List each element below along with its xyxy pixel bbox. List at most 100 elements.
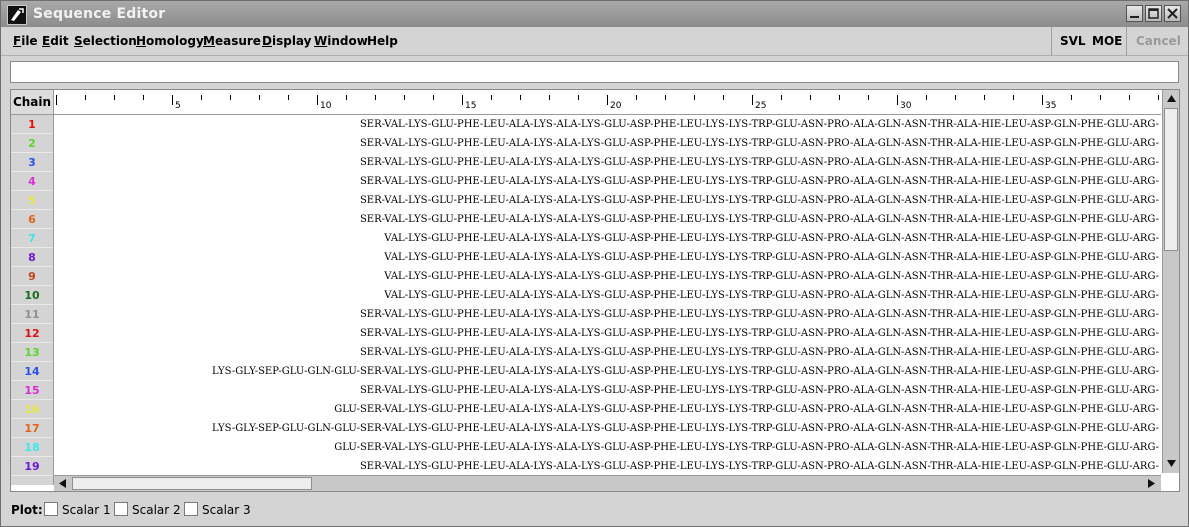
sequence-row[interactable]: SER-VAL-LYS-GLU-PHE-LEU-ALA-LYS-ALA-LYS-… <box>54 381 1161 400</box>
chain-row-label[interactable]: 2 <box>11 134 53 153</box>
scroll-right-button[interactable] <box>1144 476 1159 491</box>
ruler-tick <box>984 95 985 100</box>
minimize-button[interactable] <box>1126 5 1143 22</box>
app-logo-icon[interactable] <box>7 5 27 25</box>
ruler-tick <box>230 95 231 100</box>
ruler-tick <box>578 95 579 100</box>
sequence-row[interactable]: GLU-SER-VAL-LYS-GLU-PHE-LEU-ALA-LYS-ALA-… <box>54 400 1161 419</box>
menu-window-mnemonic: W <box>314 34 328 48</box>
menu-display-mnemonic: D <box>262 34 272 48</box>
chain-row-label[interactable]: 14 <box>11 362 53 381</box>
ruler-tick <box>839 95 840 100</box>
chain-row-label[interactable]: 13 <box>11 343 53 362</box>
scroll-down-button[interactable] <box>1164 456 1179 471</box>
ruler-label: 35 <box>1045 101 1057 111</box>
maximize-button[interactable] <box>1145 5 1162 22</box>
chain-row-label[interactable]: 15 <box>11 381 53 400</box>
title-bar[interactable]: Sequence Editor <box>1 1 1188 27</box>
chain-row-label[interactable]: 16 <box>11 400 53 419</box>
ruler-tick <box>1013 95 1014 100</box>
menu-homology-label: omology <box>146 34 204 48</box>
menu-measure[interactable]: Measure <box>203 34 261 48</box>
sequence-row[interactable]: SER-VAL-LYS-GLU-PHE-LEU-ALA-LYS-ALA-LYS-… <box>54 305 1161 324</box>
chain-row-label[interactable]: 7 <box>11 229 53 248</box>
chain-row-label[interactable]: 18 <box>11 438 53 457</box>
sequence-row[interactable]: SER-VAL-LYS-GLU-PHE-LEU-ALA-LYS-ALA-LYS-… <box>54 172 1161 191</box>
menu-edit-mnemonic: E <box>42 34 51 48</box>
menu-edit-label: dit <box>50 34 69 48</box>
ruler-tick <box>56 95 57 105</box>
chain-list: 1 2 3 4 5 6 7 8 9 10 11 12 13 14 15 16 17 18 19 <box>11 115 54 485</box>
scalar-2-label[interactable]: Scalar 2 <box>132 503 181 517</box>
chain-row-label[interactable]: 3 <box>11 153 53 172</box>
close-button[interactable] <box>1164 5 1181 22</box>
scalar-3-checkbox[interactable] <box>184 502 198 516</box>
menu-measure-mnemonic: M <box>203 34 215 48</box>
sequence-row[interactable]: SER-VAL-LYS-GLU-PHE-LEU-ALA-LYS-ALA-LYS-… <box>54 153 1161 172</box>
scroll-left-button[interactable] <box>55 476 70 491</box>
chain-row-label[interactable]: 19 <box>11 457 53 476</box>
sequence-row[interactable]: VAL-LYS-GLU-PHE-LEU-ALA-LYS-ALA-LYS-GLU-… <box>54 267 1161 286</box>
cancel-button[interactable]: Cancel <box>1136 34 1181 48</box>
sequence-row[interactable]: SER-VAL-LYS-GLU-PHE-LEU-ALA-LYS-ALA-LYS-… <box>54 134 1161 153</box>
chain-row-label[interactable]: 8 <box>11 248 53 267</box>
scalar-2-checkbox[interactable] <box>114 502 128 516</box>
ruler-tick <box>926 95 927 100</box>
plot-label: Plot: <box>11 503 43 517</box>
menu-homology[interactable]: Homology <box>136 34 204 48</box>
vertical-scrollbar[interactable] <box>1162 90 1179 473</box>
menu-selection[interactable]: Selection <box>74 34 137 48</box>
ruler-tick <box>781 95 782 100</box>
chain-row-label[interactable]: 10 <box>11 286 53 305</box>
sequence-row[interactable]: SER-VAL-LYS-GLU-PHE-LEU-ALA-LYS-ALA-LYS-… <box>54 115 1161 134</box>
horizontal-scrollbar[interactable] <box>54 475 1161 491</box>
sequence-row[interactable]: VAL-LYS-GLU-PHE-LEU-ALA-LYS-ALA-LYS-GLU-… <box>54 286 1161 305</box>
menu-measure-label: easure <box>214 34 261 48</box>
horizontal-scroll-thumb[interactable] <box>72 477 312 490</box>
sequence-row[interactable]: SER-VAL-LYS-GLU-PHE-LEU-ALA-LYS-ALA-LYS-… <box>54 191 1161 210</box>
scroll-up-button[interactable] <box>1164 91 1179 106</box>
menu-selection-mnemonic: S <box>74 34 83 48</box>
menu-window-label: indow <box>327 34 368 48</box>
close-icon <box>1167 8 1178 19</box>
sequence-row[interactable]: GLU-SER-VAL-LYS-GLU-PHE-LEU-ALA-LYS-ALA-… <box>54 438 1161 457</box>
ruler-tick <box>520 95 521 100</box>
ruler-tick <box>491 95 492 100</box>
sequence-row[interactable]: SER-VAL-LYS-GLU-PHE-LEU-ALA-LYS-ALA-LYS-… <box>54 457 1161 476</box>
moe-button[interactable]: MOE <box>1092 34 1122 48</box>
svl-button[interactable]: SVL <box>1060 34 1086 48</box>
vertical-scroll-thumb[interactable] <box>1164 108 1178 251</box>
sequence-row[interactable]: SER-VAL-LYS-GLU-PHE-LEU-ALA-LYS-ALA-LYS-… <box>54 324 1161 343</box>
ruler-label: 20 <box>610 101 622 111</box>
scalar-1-label[interactable]: Scalar 1 <box>62 503 111 517</box>
menu-help[interactable]: Help <box>367 34 398 48</box>
chain-column-header[interactable]: Chain <box>11 90 54 115</box>
chain-row-label[interactable]: 6 <box>11 210 53 229</box>
sequence-row[interactable]: SER-VAL-LYS-GLU-PHE-LEU-ALA-LYS-ALA-LYS-… <box>54 343 1161 362</box>
menu-file[interactable]: File <box>13 34 38 48</box>
scalar-1-checkbox[interactable] <box>44 502 58 516</box>
scalar-3-label[interactable]: Scalar 3 <box>202 503 251 517</box>
command-input[interactable] <box>10 61 1179 83</box>
menu-edit[interactable]: Edit <box>42 34 69 48</box>
sequence-row[interactable]: LYS-GLY-SEP-GLU-GLN-GLU-SER-VAL-LYS-GLU-… <box>54 419 1161 438</box>
chain-row-label[interactable]: 17 <box>11 419 53 438</box>
sequence-editor-window: Sequence Editor File Edit Selection Homo… <box>0 0 1189 527</box>
menu-window[interactable]: Window <box>314 34 368 48</box>
chain-row-label[interactable]: 9 <box>11 267 53 286</box>
chain-row-label[interactable]: 12 <box>11 324 53 343</box>
chain-row-label[interactable]: 5 <box>11 191 53 210</box>
sequence-row[interactable]: VAL-LYS-GLU-PHE-LEU-ALA-LYS-ALA-LYS-GLU-… <box>54 248 1161 267</box>
menu-homology-mnemonic: H <box>136 34 147 48</box>
ruler-tick <box>1042 95 1043 105</box>
chain-row-label[interactable]: 11 <box>11 305 53 324</box>
menu-display[interactable]: Display <box>262 34 311 48</box>
sequence-row[interactable]: SER-VAL-LYS-GLU-PHE-LEU-ALA-LYS-ALA-LYS-… <box>54 210 1161 229</box>
ruler-tick <box>636 95 637 100</box>
chain-row-label[interactable]: 4 <box>11 172 53 191</box>
sequence-area[interactable]: SER-VAL-LYS-GLU-PHE-LEU-ALA-LYS-ALA-LYS-… <box>54 115 1161 485</box>
chain-row-label[interactable]: 1 <box>11 115 53 134</box>
sequence-row[interactable]: VAL-LYS-GLU-PHE-LEU-ALA-LYS-ALA-LYS-GLU-… <box>54 229 1161 248</box>
sequence-row[interactable]: LYS-GLY-SEP-GLU-GLN-GLU-SER-VAL-LYS-GLU-… <box>54 362 1161 381</box>
ruler-tick <box>607 95 608 105</box>
